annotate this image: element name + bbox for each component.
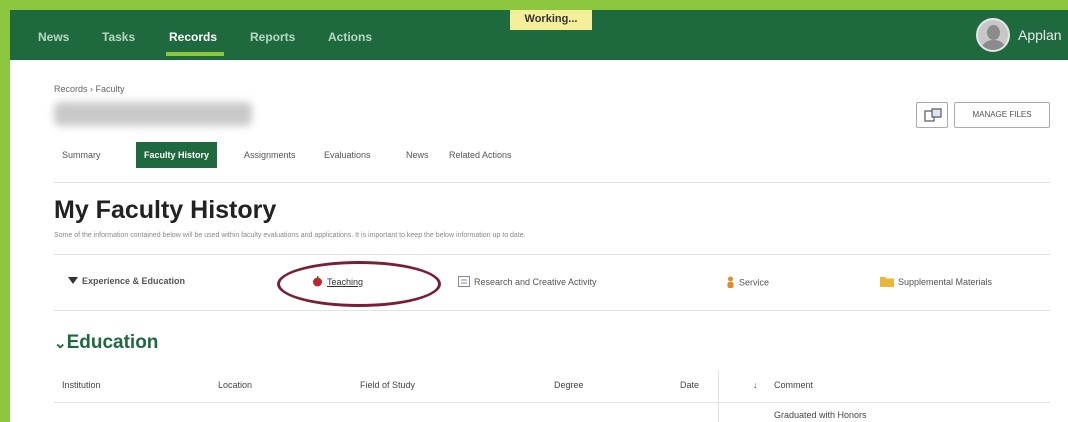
sort-arrow-icon[interactable]: ↓ bbox=[753, 380, 758, 390]
col-degree[interactable]: Degree bbox=[554, 380, 584, 390]
education-heading-label: Education bbox=[66, 332, 159, 353]
tab-summary[interactable]: Summary bbox=[62, 142, 101, 168]
col-date[interactable]: Date bbox=[680, 380, 699, 390]
avatar-body-shape bbox=[982, 40, 1005, 50]
title-divider bbox=[54, 254, 1050, 255]
tab-related-actions[interactable]: Related Actions bbox=[449, 142, 512, 168]
section-service[interactable]: Service bbox=[726, 276, 769, 290]
page-title: My Faculty History bbox=[54, 196, 277, 224]
tab-assignments[interactable]: Assignments bbox=[244, 142, 296, 168]
nav-actions[interactable]: Actions bbox=[328, 30, 372, 44]
avatar-head-shape bbox=[987, 25, 1000, 40]
page-description: Some of the information contained below … bbox=[54, 232, 526, 239]
caret-down-icon bbox=[68, 276, 78, 287]
section-research[interactable]: Research and Creative Activity bbox=[458, 276, 597, 289]
table-header-divider bbox=[54, 402, 1050, 403]
user-avatar[interactable] bbox=[976, 18, 1010, 52]
table-row-comment: Graduated with Honors bbox=[774, 410, 867, 420]
chevron-down-icon: ⌄ bbox=[54, 335, 67, 352]
folder-icon bbox=[880, 276, 894, 289]
nav-reports[interactable]: Reports bbox=[250, 30, 295, 44]
person-icon bbox=[726, 276, 735, 290]
sections-divider bbox=[54, 310, 1050, 311]
section-supplemental[interactable]: Supplemental Materials bbox=[880, 276, 992, 289]
tab-news[interactable]: News bbox=[406, 142, 429, 168]
table-column-divider bbox=[718, 370, 719, 422]
working-status-badge: Working... bbox=[510, 10, 592, 30]
tab-faculty-history[interactable]: Faculty History bbox=[136, 142, 218, 168]
col-location[interactable]: Location bbox=[218, 380, 252, 390]
education-table-header: Institution Location Field of Study Degr… bbox=[54, 370, 1050, 402]
nav-records[interactable]: Records bbox=[169, 30, 217, 44]
section-label: Service bbox=[739, 277, 770, 288]
section-label: Supplemental Materials bbox=[898, 276, 993, 287]
col-institution[interactable]: Institution bbox=[62, 380, 101, 390]
tab-evaluations[interactable]: Evaluations bbox=[324, 142, 371, 168]
nav-tasks[interactable]: Tasks bbox=[102, 30, 135, 44]
top-nav-bar: News Tasks Records Reports Actions Worki… bbox=[10, 10, 1068, 60]
education-heading[interactable]: ⌄Education bbox=[54, 332, 158, 354]
col-field-of-study[interactable]: Field of Study bbox=[360, 380, 415, 390]
manage-files-button[interactable]: MANAGE FILES bbox=[954, 102, 1050, 128]
tabs-divider bbox=[54, 182, 1050, 183]
section-label: Research and Creative Activity bbox=[474, 276, 597, 287]
breadcrumb[interactable]: Records › Faculty bbox=[54, 84, 125, 94]
section-label: Experience & Education bbox=[82, 276, 186, 286]
section-experience-education[interactable]: Experience & Education bbox=[68, 276, 185, 287]
file-upload-icon bbox=[924, 108, 942, 122]
nav-news[interactable]: News bbox=[38, 30, 69, 44]
person-name-blurred bbox=[54, 102, 252, 126]
col-comment[interactable]: Comment bbox=[774, 380, 813, 390]
app-frame: News Tasks Records Reports Actions Worki… bbox=[10, 10, 1068, 422]
nav-active-underline bbox=[166, 52, 224, 56]
highlight-ring bbox=[277, 261, 441, 307]
document-icon bbox=[458, 276, 470, 289]
user-menu-label[interactable]: Applan bbox=[1018, 27, 1062, 43]
file-upload-button[interactable] bbox=[916, 102, 948, 128]
